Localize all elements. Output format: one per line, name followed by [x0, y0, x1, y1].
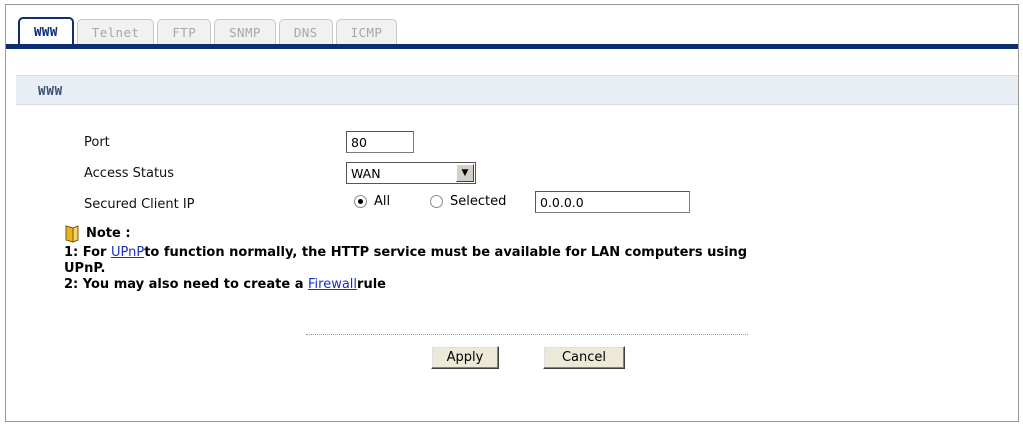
divider: [306, 334, 748, 335]
access-status-select[interactable]: WAN ▼: [346, 162, 476, 184]
note-line-1-suffix: to function normally, the HTTP service m…: [144, 245, 748, 260]
firewall-link[interactable]: Firewall: [308, 277, 357, 292]
apply-button[interactable]: Apply: [431, 346, 499, 369]
access-status-value: WAN: [351, 165, 381, 181]
note-icon: [65, 225, 79, 243]
radio-selected-label: Selected: [450, 194, 507, 209]
tab-list: WWW Telnet FTP SNMP DNS ICMP: [18, 17, 398, 44]
tab-www[interactable]: WWW: [18, 17, 74, 44]
radio-selected[interactable]: [430, 195, 443, 208]
tab-telnet[interactable]: Telnet: [76, 19, 155, 44]
tab-ftp[interactable]: FTP: [157, 19, 212, 44]
note-line-1-prefix: 1: For: [64, 245, 111, 260]
port-label: Port: [84, 135, 110, 150]
note-title: Note :: [86, 226, 131, 241]
note-line-2-prefix: 2: You may also need to create a: [64, 277, 308, 292]
radio-all-option[interactable]: All: [354, 194, 390, 209]
radio-all-label: All: [374, 194, 391, 209]
upnp-link[interactable]: UPnP: [111, 245, 144, 260]
cancel-button[interactable]: Cancel: [543, 346, 625, 369]
note-line-1-cont: UPnP.: [64, 261, 106, 276]
note-line-2-suffix: rule: [357, 277, 386, 292]
note-line-1: 1: For UPnPto function normally, the HTT…: [64, 245, 747, 260]
radio-all[interactable]: [354, 195, 367, 208]
tab-dns[interactable]: DNS: [278, 19, 333, 44]
config-panel: WWW Telnet FTP SNMP DNS ICMP WWW Port Ac…: [5, 4, 1019, 422]
port-input[interactable]: [346, 131, 414, 153]
tab-snmp[interactable]: SNMP: [214, 19, 276, 44]
access-status-label: Access Status: [84, 166, 175, 181]
section-title: WWW: [38, 83, 63, 98]
ip-address-input[interactable]: [535, 191, 690, 213]
tab-icmp[interactable]: ICMP: [335, 19, 398, 44]
note-line-2: 2: You may also need to create a Firewal…: [64, 277, 386, 292]
tab-bar-underline: [6, 44, 1018, 49]
tab-bar: WWW Telnet FTP SNMP DNS ICMP: [6, 5, 1018, 49]
radio-selected-option[interactable]: Selected: [430, 194, 506, 209]
section-header: WWW: [16, 75, 1018, 105]
secured-client-ip-label: Secured Client IP: [84, 197, 195, 212]
chevron-down-icon[interactable]: ▼: [456, 164, 474, 182]
